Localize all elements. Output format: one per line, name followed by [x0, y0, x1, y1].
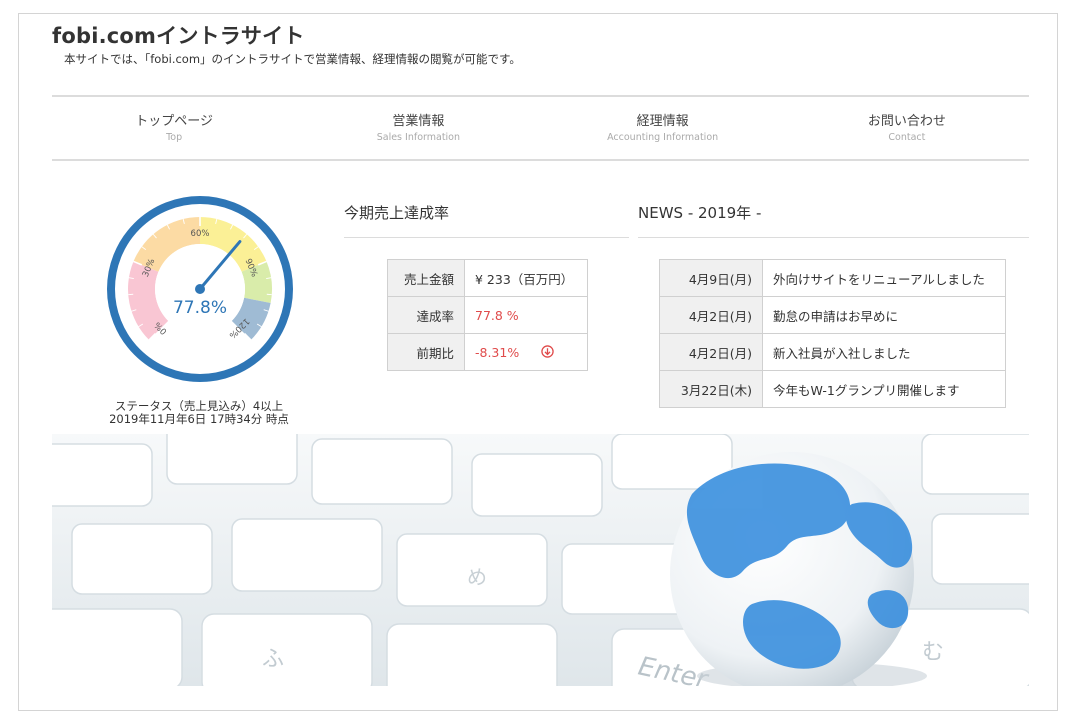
key-kana: ふ — [262, 647, 284, 672]
sales-label: 前期比 — [387, 333, 465, 371]
nav-item-contact[interactable]: お問い合わせ Contact — [785, 97, 1029, 159]
news-link[interactable]: 外向けサイトをリニューアルしました — [762, 259, 1006, 297]
news-date: 4月2日(月) — [659, 296, 763, 334]
nav-item-label: 経理情報 — [636, 113, 689, 129]
page-frame: fobi.comイントラサイト 本サイトでは、「fobi.com」のイントラサイ… — [18, 13, 1058, 711]
table-row: 売上金額 ¥ 233（百万円） — [387, 259, 588, 297]
news-link[interactable]: 勤怠の申請はお早めに — [762, 296, 1006, 334]
table-row[interactable]: 4月9日(月) 外向けサイトをリニューアルしました — [659, 259, 1006, 297]
nav-item-sales[interactable]: 営業情報 Sales Information — [296, 97, 540, 159]
news-date: 3月22日(木) — [659, 370, 763, 408]
yoy-value: -8.31% — [475, 344, 520, 360]
sales-label: 達成率 — [387, 296, 465, 334]
sales-heading: 今期売上達成率 — [344, 202, 629, 238]
sales-value: ¥ 233（百万円） — [464, 259, 588, 297]
site-description: 本サイトでは、「fobi.com」のイントラサイトで営業情報、経理情報の閲覧が可… — [64, 52, 521, 66]
gauge-tick-label: 60% — [191, 229, 210, 239]
nav-item-label: お問い合わせ — [867, 113, 946, 129]
news-heading: NEWS - 2019年 - — [638, 202, 1029, 238]
table-row: 達成率 77.8 % — [387, 296, 588, 334]
nav-item-label: 営業情報 — [392, 113, 445, 129]
main-nav: トップページ Top 営業情報 Sales Information 経理情報 A… — [52, 95, 1029, 161]
keyboard-globe-image: Enter ふ め む — [52, 434, 1029, 686]
achievement-gauge: 0%30%60%90%120% 77.8% — [107, 196, 293, 382]
news-date: 4月9日(月) — [659, 259, 763, 297]
nav-item-sublabel: Contact — [888, 131, 926, 143]
gauge-status: ステータス（売上見込み）4以上 2019年11月年6日 17時34分 時点 — [79, 400, 319, 426]
gauge-status-line2: 2019年11月年6日 17時34分 時点 — [109, 412, 289, 426]
nav-item-top[interactable]: トップページ Top — [52, 97, 296, 159]
yoy-cell: -8.31% — [464, 333, 588, 371]
table-row[interactable]: 3月22日(木) 今年もW-1グランプリ開催します — [659, 370, 1006, 408]
nav-item-accounting[interactable]: 経理情報 Accounting Information — [541, 97, 785, 159]
table-row[interactable]: 4月2日(月) 新入社員が入社しました — [659, 333, 1006, 371]
site-title: fobi.comイントラサイト — [52, 24, 305, 48]
nav-item-sublabel: Accounting Information — [607, 131, 719, 143]
key-kana: め — [467, 565, 487, 589]
news-link[interactable]: 新入社員が入社しました — [762, 333, 1006, 371]
news-date: 4月2日(月) — [659, 333, 763, 371]
nav-item-sublabel: Top — [166, 131, 183, 143]
hero-banner: Enter ふ め む — [52, 434, 1029, 686]
arrow-down-circle-icon — [541, 344, 554, 358]
sales-table: 売上金額 ¥ 233（百万円） 達成率 77.8 % 前期比 -8.31% — [387, 259, 588, 371]
nav-item-sublabel: Sales Information — [376, 131, 461, 143]
table-row[interactable]: 4月2日(月) 勤怠の申請はお早めに — [659, 296, 1006, 334]
key-kana: む — [922, 640, 944, 665]
news-link[interactable]: 今年もW-1グランプリ開催します — [762, 370, 1006, 408]
achievement-rate-value: 77.8 % — [464, 296, 588, 334]
gauge-needle-hub — [195, 284, 205, 294]
news-table: 4月9日(月) 外向けサイトをリニューアルしました 4月2日(月) 勤怠の申請は… — [659, 259, 1006, 408]
table-row: 前期比 -8.31% — [387, 333, 588, 371]
gauge-value-text: 77.8% — [173, 298, 227, 318]
nav-item-label: トップページ — [135, 113, 213, 129]
sales-label: 売上金額 — [387, 259, 465, 297]
